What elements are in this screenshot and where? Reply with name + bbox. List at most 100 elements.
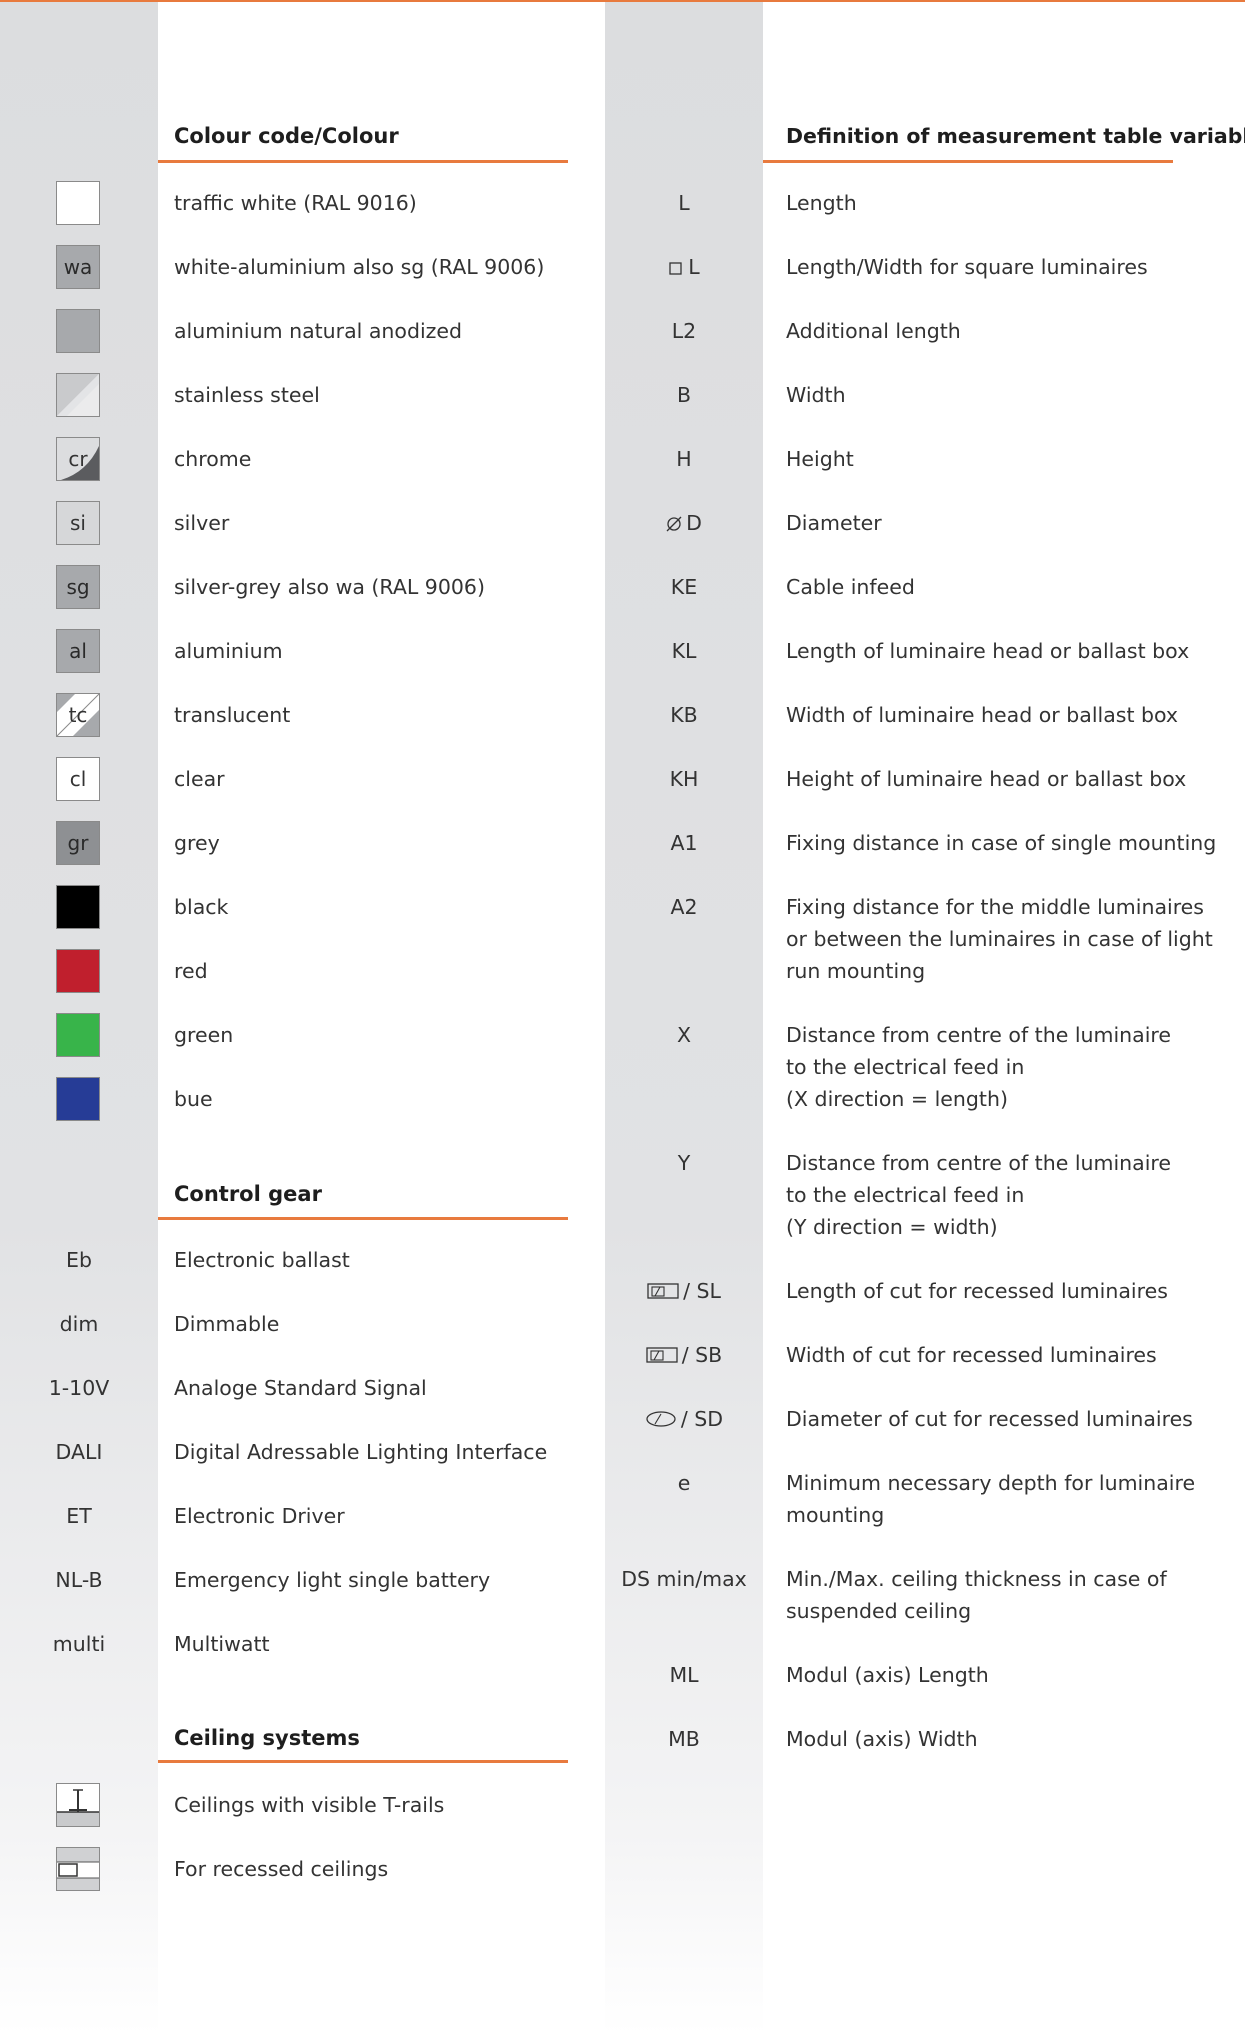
colour-swatch xyxy=(56,949,100,993)
colour-swatch: sg xyxy=(56,565,100,609)
colour-code-label: cr xyxy=(68,447,88,471)
control-gear-code: multi xyxy=(52,1632,106,1656)
ceiling-systems-heading-rule xyxy=(158,1760,568,1763)
variable-symbol: L xyxy=(605,187,763,219)
colour-name: green xyxy=(174,1023,234,1047)
variable-symbol: MB xyxy=(605,1723,763,1755)
variable-definition-line: Modul (axis) Length xyxy=(786,1663,989,1687)
control-gear-heading-rule xyxy=(158,1217,568,1220)
variable-definition-line: Minimum necessary depth for luminaire xyxy=(786,1471,1196,1495)
variable-definition-line: Length of luminaire head or ballast box xyxy=(786,639,1190,663)
colour-swatch xyxy=(56,1077,100,1121)
variable-definition-line: mounting xyxy=(786,1503,885,1527)
variable-symbol: D xyxy=(605,507,763,539)
variable-symbol-text: L xyxy=(678,191,690,215)
variable-definition-line: suspended ceiling xyxy=(786,1599,972,1623)
colour-name: aluminium natural anodized xyxy=(174,319,463,343)
variable-symbol: Y xyxy=(605,1147,763,1179)
variable-definition-line: Width of luminaire head or ballast box xyxy=(786,703,1179,727)
variable-definition-line: Distance from centre of the luminaire xyxy=(786,1151,1172,1175)
variable-definition-line: or between the luminaires in case of lig… xyxy=(786,927,1213,951)
colour-name: chrome xyxy=(174,447,252,471)
variable-definition-line: Fixing distance in case of single mounti… xyxy=(786,831,1217,855)
swatch-diagonal-fill xyxy=(57,374,99,416)
variable-symbol-text: D xyxy=(686,511,702,535)
variable-symbol-text: / SD xyxy=(680,1407,724,1431)
variable-definition-line: Distance from centre of the luminaire xyxy=(786,1023,1172,1047)
cut-round-icon xyxy=(646,1411,676,1427)
variable-symbol-text: X xyxy=(676,1023,692,1047)
variables-heading: Definition of measurement table variable… xyxy=(786,124,1245,148)
variable-definition-line: Cable infeed xyxy=(786,575,915,599)
variable-definition-line: Width xyxy=(786,383,846,407)
control-gear-description: Electronic Driver xyxy=(174,1504,345,1528)
colour-code-heading: Colour code/Colour xyxy=(174,124,399,148)
ceiling-system-description: For recessed ceilings xyxy=(174,1857,389,1881)
colour-swatch xyxy=(56,309,100,353)
variable-symbol-text: KH xyxy=(669,767,699,791)
control-gear-code: ET xyxy=(66,1504,92,1528)
variable-definition-line: Diameter of cut for recessed luminaires xyxy=(786,1407,1193,1431)
variable-symbol: DS min/max xyxy=(605,1563,763,1595)
variable-symbol: L2 xyxy=(605,315,763,347)
variable-symbol: / SL xyxy=(605,1275,763,1307)
variable-symbol-text: ML xyxy=(669,1663,699,1687)
variable-symbol: B xyxy=(605,379,763,411)
variable-definition-line: Length/Width for square luminaires xyxy=(786,255,1148,279)
colour-swatch: si xyxy=(56,501,100,545)
colour-swatch: cr xyxy=(56,437,100,481)
variable-symbol-text: Y xyxy=(677,1151,691,1175)
colour-swatch: tc xyxy=(56,693,100,737)
colour-swatch: al xyxy=(56,629,100,673)
control-gear-code: dim xyxy=(59,1312,99,1336)
variable-definition-line: Additional length xyxy=(786,319,961,343)
diameter-icon xyxy=(666,516,682,532)
colour-name: clear xyxy=(174,767,225,791)
variable-definition-line: Modul (axis) Width xyxy=(786,1727,978,1751)
colour-name: silver xyxy=(174,511,230,535)
variable-symbol: X xyxy=(605,1019,763,1051)
variable-definition-line: Length of cut for recessed luminaires xyxy=(786,1279,1168,1303)
colour-code-label: wa xyxy=(63,255,93,279)
colour-code-heading-rule xyxy=(158,160,568,163)
recessed-ceiling-icon xyxy=(56,1847,100,1891)
variable-symbol: KE xyxy=(605,571,763,603)
variable-symbol: / SB xyxy=(605,1339,763,1371)
colour-name: aluminium xyxy=(174,639,283,663)
variable-symbol: ML xyxy=(605,1659,763,1691)
colour-code-label: si xyxy=(70,511,86,535)
colour-name: grey xyxy=(174,831,220,855)
control-gear-description: Emergency light single battery xyxy=(174,1568,491,1592)
colour-name: red xyxy=(174,959,208,983)
variable-symbol-text: DS min/max xyxy=(621,1567,747,1591)
control-gear-code: DALI xyxy=(55,1440,103,1464)
colour-name: stainless steel xyxy=(174,383,320,407)
variable-symbol-text: KE xyxy=(670,575,698,599)
colour-name: black xyxy=(174,895,229,919)
variable-symbol: / SD xyxy=(605,1403,763,1435)
variable-definition-line: Height xyxy=(786,447,854,471)
control-gear-description: Digital Adressable Lighting Interface xyxy=(174,1440,548,1464)
variable-symbol-text: KL xyxy=(671,639,697,663)
ceiling-icon-drawing xyxy=(57,1848,99,1890)
colour-code-label: sg xyxy=(66,575,90,599)
t-rail-ceiling-icon xyxy=(56,1783,100,1827)
variable-symbol: KH xyxy=(605,763,763,795)
variable-symbol-text: MB xyxy=(668,1727,700,1751)
control-gear-description: Dimmable xyxy=(174,1312,280,1336)
variable-symbol-text: B xyxy=(676,383,692,407)
colour-name: bue xyxy=(174,1087,213,1111)
variable-symbol: A2 xyxy=(605,891,763,923)
control-gear-code: NL-B xyxy=(55,1568,103,1592)
variables-heading-rule xyxy=(763,160,1173,163)
variable-symbol-text: A1 xyxy=(670,831,698,855)
cut-rect-icon xyxy=(647,1283,679,1299)
variable-symbol-text: / SB xyxy=(681,1343,723,1367)
variable-symbol-text: H xyxy=(676,447,692,471)
variable-definition-line: Min./Max. ceiling thickness in case of xyxy=(786,1567,1167,1591)
colour-name: traffic white (RAL 9016) xyxy=(174,191,417,215)
variable-definition-line: run mounting xyxy=(786,959,926,983)
variable-symbol: L xyxy=(605,251,763,283)
ceiling-systems-heading: Ceiling systems xyxy=(174,1726,360,1750)
control-gear-code: Eb xyxy=(66,1248,92,1272)
